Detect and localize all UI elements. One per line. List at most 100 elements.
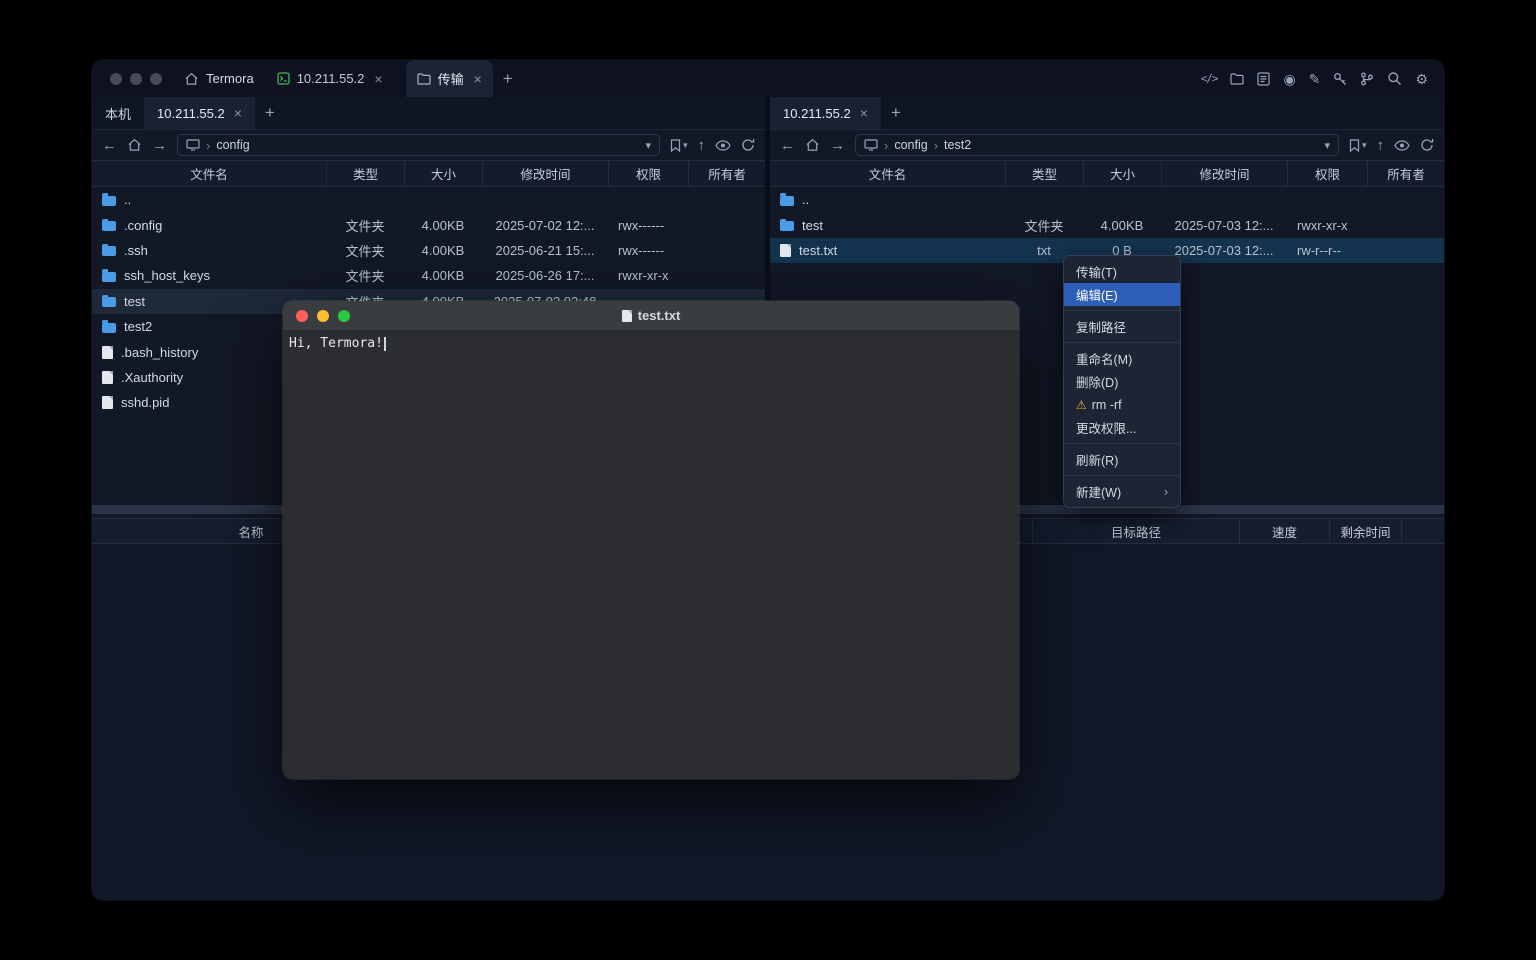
close-window-button[interactable] [296, 310, 308, 322]
column-header[interactable]: 所有者 [1367, 161, 1444, 186]
app-home-tab[interactable]: Termora [184, 71, 254, 86]
menu-item-rename[interactable]: 重命名(M) [1064, 347, 1180, 370]
close-window-button[interactable] [110, 73, 122, 85]
tab-remote-host[interactable]: 10.211.55.2 × [770, 97, 881, 129]
bookmark-button[interactable]: ▾ [670, 139, 688, 152]
column-header[interactable]: 目标路径 [1033, 519, 1240, 543]
column-header[interactable]: 文件名 [92, 161, 326, 186]
back-button[interactable]: ← [780, 138, 795, 153]
code-snippets-icon[interactable]: </> [1201, 72, 1218, 85]
home-button[interactable] [127, 138, 142, 152]
path-bar[interactable]: › config › test2 ▾ [855, 134, 1339, 156]
settings-gear-icon[interactable]: ⚙ [1415, 72, 1428, 86]
folder-icon [102, 196, 116, 206]
bookmark-icon [1349, 139, 1360, 152]
show-hidden-files-button[interactable] [715, 140, 731, 151]
edit-icon[interactable]: ✎ [1309, 72, 1321, 86]
file-row[interactable]: test 文件夹 4.00KB 2025-07-03 12:... rwxr-x… [770, 212, 1444, 237]
menu-item-change-permissions[interactable]: 更改权限... [1064, 416, 1180, 439]
column-header[interactable]: 类型 [326, 161, 404, 186]
file-modified: 2025-07-03 12:... [1161, 243, 1287, 258]
menu-item-refresh[interactable]: 刷新(R) [1064, 448, 1180, 471]
tab-local[interactable]: 本机 [92, 97, 144, 129]
close-tab-icon[interactable]: × [374, 71, 382, 87]
menu-item-rm-rf[interactable]: ⚠rm -rf [1064, 393, 1180, 416]
editor-title: test.txt [283, 308, 1019, 323]
tab-label: 10.211.55.2 [783, 106, 851, 121]
file-icon [102, 346, 113, 359]
menu-separator [1064, 443, 1180, 444]
column-header[interactable]: 修改时间 [1161, 161, 1287, 186]
computer-icon [864, 139, 878, 151]
back-button[interactable]: ← [102, 138, 117, 153]
key-icon[interactable] [1333, 72, 1347, 86]
column-header[interactable]: 权限 [608, 161, 688, 186]
file-name: test.txt [799, 243, 837, 258]
close-tab-icon[interactable]: × [474, 71, 482, 87]
right-toolbar: ← → › config › test2 ▾ ▾ ↑ [770, 130, 1444, 160]
forward-button[interactable]: → [830, 138, 845, 153]
new-tab-button[interactable]: + [493, 69, 523, 89]
file-permissions: rw-r--r-- [1287, 243, 1367, 258]
tab-host[interactable]: 10.211.55.2 × [266, 60, 394, 97]
refresh-button[interactable] [741, 138, 755, 152]
crumb-separator: › [934, 138, 938, 153]
bookmark-button[interactable]: ▾ [1349, 139, 1367, 152]
column-header[interactable]: 大小 [1083, 161, 1161, 186]
file-row[interactable]: .. [92, 187, 765, 212]
breadcrumb-segment[interactable]: config [894, 138, 927, 152]
minimize-window-button[interactable] [317, 310, 329, 322]
minimize-window-button[interactable] [130, 73, 142, 85]
menu-item-copy-path[interactable]: 复制路径 [1064, 315, 1180, 338]
file-icon [780, 244, 791, 257]
file-name: .ssh [124, 243, 148, 258]
branch-icon[interactable] [1360, 72, 1374, 86]
tab-transfer[interactable]: 传输 × [406, 60, 493, 97]
menu-item-delete[interactable]: 删除(D) [1064, 370, 1180, 393]
parent-directory-button[interactable]: ↑ [698, 138, 706, 153]
path-bar[interactable]: › config ▾ [177, 134, 660, 156]
menu-item-transfer[interactable]: 传输(T) [1064, 260, 1180, 283]
context-menu: 传输(T) 编辑(E) 复制路径 重命名(M) 删除(D) ⚠rm -rf 更改… [1063, 255, 1181, 508]
tab-remote-host[interactable]: 10.211.55.2 × [144, 97, 255, 129]
window-controls [110, 73, 162, 85]
column-header[interactable]: 文件名 [770, 161, 1005, 186]
column-header[interactable]: 所有者 [688, 161, 765, 186]
breadcrumb-segment[interactable]: test2 [944, 138, 971, 152]
file-name: test [802, 218, 823, 233]
menu-item-new[interactable]: 新建(W)› [1064, 480, 1180, 503]
file-row[interactable]: .ssh 文件夹 4.00KB 2025-06-21 15:... rwx---… [92, 238, 765, 263]
home-button[interactable] [805, 138, 820, 152]
column-header[interactable]: 修改时间 [482, 161, 608, 186]
close-tab-icon[interactable]: × [234, 105, 242, 121]
search-icon[interactable] [1387, 71, 1402, 86]
menu-item-edit[interactable]: 编辑(E) [1064, 283, 1180, 306]
column-header[interactable]: 类型 [1005, 161, 1083, 186]
breadcrumb-segment[interactable]: config [216, 138, 249, 152]
editor-text-area[interactable]: Hi, Termora! [283, 331, 1019, 779]
file-row[interactable]: .config 文件夹 4.00KB 2025-07-02 12:... rwx… [92, 212, 765, 237]
column-header[interactable]: 权限 [1287, 161, 1367, 186]
refresh-button[interactable] [1420, 138, 1434, 152]
record-icon[interactable]: ◉ [1283, 72, 1295, 86]
new-panel-tab-button[interactable]: + [881, 97, 911, 129]
event-log-icon[interactable] [1257, 72, 1270, 86]
chevron-down-icon[interactable]: ▾ [645, 139, 651, 152]
file-name: .bash_history [121, 345, 198, 360]
file-row[interactable]: .. [770, 187, 1444, 212]
new-panel-tab-button[interactable]: + [255, 97, 285, 129]
file-permissions: rwxr-xr-x [608, 268, 688, 283]
close-tab-icon[interactable]: × [860, 105, 868, 121]
show-hidden-files-button[interactable] [1394, 140, 1410, 151]
column-header[interactable]: 大小 [404, 161, 482, 186]
column-header[interactable]: 速度 [1240, 519, 1330, 543]
chevron-down-icon[interactable]: ▾ [1324, 139, 1330, 152]
column-header[interactable]: 剩余时间 [1330, 519, 1402, 543]
forward-button[interactable]: → [152, 138, 167, 153]
menu-separator [1064, 475, 1180, 476]
parent-directory-button[interactable]: ↑ [1377, 138, 1385, 153]
zoom-window-button[interactable] [338, 310, 350, 322]
folder-icon[interactable] [1230, 73, 1244, 85]
file-row[interactable]: ssh_host_keys 文件夹 4.00KB 2025-06-26 17:.… [92, 263, 765, 288]
zoom-window-button[interactable] [150, 73, 162, 85]
